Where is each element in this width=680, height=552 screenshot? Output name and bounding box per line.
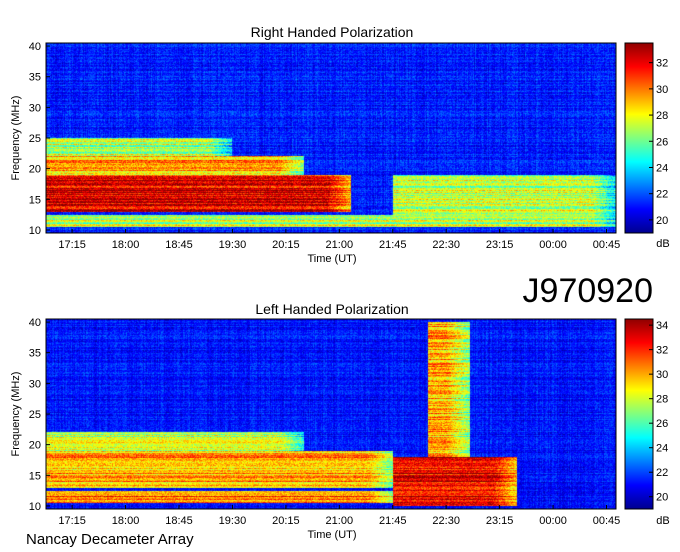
y-tick-label: 35: [29, 72, 41, 84]
x-tick-label: 21:00: [326, 515, 354, 527]
x-axis-label: Time (UT): [307, 529, 356, 541]
x-tick-label: 21:45: [379, 239, 407, 251]
colorbar-tick-label: 32: [656, 58, 668, 70]
x-tick-label: 21:00: [326, 239, 354, 251]
x-tick-label: 19:30: [219, 239, 247, 251]
colorbar-tick-label: 24: [656, 443, 668, 455]
x-tick-label: 00:45: [593, 515, 621, 527]
y-tick-label: 40: [29, 317, 41, 329]
x-tick-label: 17:15: [58, 239, 86, 251]
x-tick-label: 21:45: [379, 515, 407, 527]
x-tick-label: 00:00: [539, 239, 567, 251]
colorbar-label: dB: [656, 515, 669, 527]
x-tick-label: 22:30: [432, 239, 460, 251]
x-tick-label: 18:45: [165, 515, 193, 527]
y-tick-label: 30: [29, 378, 41, 390]
colorbar-tick-label: 26: [656, 418, 668, 430]
x-tick-label: 18:45: [165, 239, 193, 251]
panel-title: Left Handed Polarization: [255, 301, 408, 317]
y-tick-label: 15: [29, 194, 41, 206]
colorbar-tick-label: 26: [656, 136, 668, 148]
observation-id: J970920: [523, 272, 653, 310]
colorbar-tick-label: 32: [656, 345, 668, 357]
colorbar: [624, 42, 654, 234]
colorbar-tick-label: 24: [656, 162, 668, 174]
x-axis-label: Time (UT): [307, 253, 356, 265]
y-tick-label: 25: [29, 409, 41, 421]
y-tick-label: 20: [29, 164, 41, 176]
colorbar-tick-label: 30: [656, 369, 668, 381]
y-tick-label: 40: [29, 41, 41, 53]
x-tick-label: 23:15: [486, 515, 514, 527]
y-tick-label: 20: [29, 440, 41, 452]
y-tick-label: 30: [29, 102, 41, 114]
y-tick-label: 25: [29, 133, 41, 145]
spectrogram: [46, 43, 616, 233]
x-tick-label: 18:00: [112, 239, 140, 251]
colorbar-tick-label: 28: [656, 394, 668, 406]
x-tick-label: 23:15: [486, 239, 514, 251]
colorbar-tick-label: 22: [656, 189, 668, 201]
figure: J970920 Right Handed Polarization 10 15 20…: [10, 24, 670, 548]
y-tick-label: 10: [29, 225, 41, 237]
colorbar-tick-label: 30: [656, 84, 668, 96]
colorbar-tick-label: 20: [656, 492, 668, 504]
x-tick-label: 19:30: [219, 515, 247, 527]
x-tick-label: 20:15: [272, 239, 300, 251]
x-tick-label: 20:15: [272, 515, 300, 527]
colorbar: [624, 318, 654, 510]
spectrogram: [46, 319, 616, 509]
colorbar-tick-label: 20: [656, 215, 668, 227]
x-tick-label: 22:30: [432, 515, 460, 527]
x-tick-label: 00:45: [593, 239, 621, 251]
panel-title: Right Handed Polarization: [251, 24, 414, 40]
y-axis-label: Frequency (MHz): [10, 96, 22, 181]
colorbar-tick-label: 22: [656, 467, 668, 479]
colorbar-tick-label: 28: [656, 110, 668, 122]
colorbar-label: dB: [656, 238, 669, 250]
x-tick-label: 18:00: [112, 515, 140, 527]
panel-left-polarization: Left Handed Polarization 10152025303540 …: [10, 301, 670, 541]
y-tick-label: 35: [29, 348, 41, 360]
instrument-name: Nancay Decameter Array: [26, 531, 194, 548]
colorbar-tick-label: 34: [656, 320, 668, 332]
y-axis-label: Frequency (MHz): [10, 372, 22, 457]
y-tick-label: 10: [29, 501, 41, 513]
x-tick-label: 00:00: [539, 515, 567, 527]
panel-right-polarization: Right Handed Polarization 10 15 20 25 30 35 40…: [10, 24, 670, 265]
x-tick-label: 17:15: [58, 515, 86, 527]
y-tick-label: 15: [29, 470, 41, 482]
